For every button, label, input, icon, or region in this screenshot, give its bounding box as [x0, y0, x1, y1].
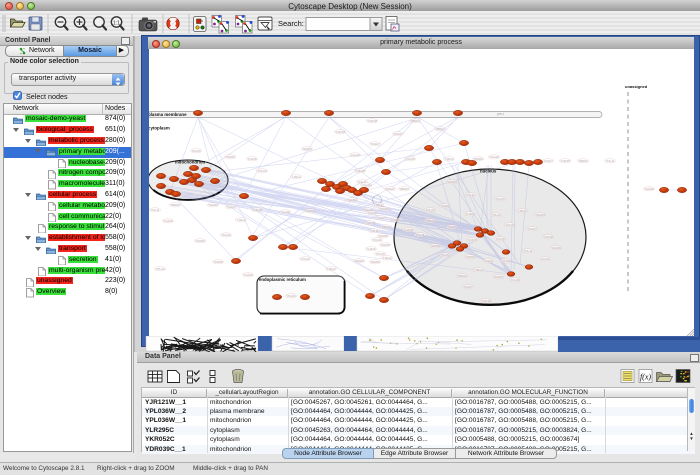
svg-text:f(x): f(x) — [640, 373, 651, 382]
svg-text:YPL03: YPL03 — [425, 208, 434, 212]
svg-text:YJR12: YJR12 — [236, 218, 245, 222]
svg-text:YDR03: YDR03 — [473, 157, 483, 161]
svg-text:YBR02: YBR02 — [578, 159, 588, 163]
svg-text:YBR02: YBR02 — [425, 219, 435, 223]
svg-text:YKR05: YKR05 — [225, 155, 235, 159]
svg-text:YHR00: YHR00 — [430, 244, 440, 248]
svg-text:YKR05: YKR05 — [213, 260, 223, 264]
svg-text:YPL03: YPL03 — [491, 213, 500, 217]
svg-text:YJR12: YJR12 — [291, 175, 300, 179]
svg-text:YNL11: YNL11 — [524, 249, 533, 253]
svg-text:YHR00: YHR00 — [447, 180, 457, 184]
svg-text:YJR12: YJR12 — [382, 256, 391, 260]
svg-text:YBR02: YBR02 — [457, 274, 467, 278]
svg-text:YOR18: YOR18 — [481, 299, 491, 303]
svg-text:YKR05: YKR05 — [195, 239, 205, 243]
svg-text:endoplasmic reticulum: endoplasmic reticulum — [259, 277, 306, 282]
svg-text:YHR00: YHR00 — [644, 187, 654, 191]
svg-text:YML07: YML07 — [527, 227, 537, 231]
svg-text:YLR29: YLR29 — [467, 238, 477, 242]
svg-text:YGL00: YGL00 — [510, 278, 520, 282]
svg-text:YML07: YML07 — [385, 187, 395, 191]
svg-text:YDR03: YDR03 — [354, 259, 364, 263]
svg-text:YDL04: YDL04 — [540, 257, 550, 261]
svg-text:YBR02: YBR02 — [399, 187, 409, 191]
svg-text:YPL03: YPL03 — [155, 267, 164, 271]
svg-text:YNL11: YNL11 — [606, 159, 615, 163]
svg-text:YJR12: YJR12 — [473, 268, 482, 272]
svg-text:YKR05: YKR05 — [390, 218, 400, 222]
svg-text:YOR18: YOR18 — [367, 119, 377, 123]
svg-text:YBR02: YBR02 — [381, 225, 391, 229]
svg-text:YJR12: YJR12 — [517, 209, 526, 213]
svg-text:YLR29: YLR29 — [366, 247, 376, 251]
svg-text:YGL00: YGL00 — [361, 183, 371, 187]
svg-text:YOR18: YOR18 — [252, 208, 262, 212]
svg-text:YOR18: YOR18 — [365, 221, 375, 225]
svg-text:YDL04: YDL04 — [372, 238, 382, 242]
svg-text:cytoplasm: cytoplasm — [149, 126, 170, 131]
svg-text:YGL00: YGL00 — [505, 223, 515, 227]
svg-text:YPL03: YPL03 — [300, 257, 309, 261]
svg-text:YLR29: YLR29 — [403, 228, 413, 232]
svg-text:nucleus: nucleus — [480, 169, 497, 174]
svg-text:YJR12: YJR12 — [326, 267, 335, 271]
svg-text:YOR18: YOR18 — [355, 169, 365, 173]
svg-text:YGL00: YGL00 — [367, 211, 377, 215]
svg-text:YBR02: YBR02 — [410, 119, 420, 123]
svg-text:YDL04: YDL04 — [495, 197, 505, 201]
svg-text:unassigned: unassigned — [625, 84, 648, 89]
svg-text:YBR02: YBR02 — [170, 203, 180, 207]
svg-text:YLR29: YLR29 — [163, 219, 173, 223]
svg-text:YDL04: YDL04 — [191, 149, 201, 153]
svg-text:YPL03: YPL03 — [257, 169, 266, 173]
svg-text:YHR00: YHR00 — [551, 246, 561, 250]
svg-text:YDL04: YDL04 — [286, 294, 296, 298]
svg-text:plasma membrane: plasma membrane — [149, 112, 187, 117]
svg-text:YLR29: YLR29 — [243, 273, 253, 277]
svg-text:YPL03: YPL03 — [495, 237, 504, 241]
svg-text:YBR02: YBR02 — [435, 127, 445, 131]
svg-text:YDR03: YDR03 — [493, 275, 503, 279]
svg-text:YDR03: YDR03 — [379, 207, 389, 211]
svg-text:YGL00: YGL00 — [489, 155, 499, 159]
svg-text:YGL00: YGL00 — [280, 210, 290, 214]
svg-text:YOR18: YOR18 — [560, 159, 570, 163]
svg-text:YDR03: YDR03 — [370, 260, 380, 264]
svg-text:YKR05: YKR05 — [465, 255, 475, 259]
svg-text:YKR05: YKR05 — [380, 243, 390, 247]
svg-text:Search:: Search: — [278, 19, 304, 28]
svg-text:pm-r: pm-r — [497, 112, 505, 116]
svg-text:YML07: YML07 — [226, 205, 236, 209]
svg-text:YNL11: YNL11 — [370, 229, 379, 233]
svg-text:YKR05: YKR05 — [440, 204, 450, 208]
svg-text:YDL04: YDL04 — [440, 253, 450, 257]
svg-text:mitochondrion: mitochondrion — [175, 160, 205, 165]
svg-text:YHR00: YHR00 — [347, 198, 357, 202]
svg-text:YOR18: YOR18 — [543, 235, 553, 239]
svg-text:YGL00: YGL00 — [350, 153, 360, 157]
svg-text:YDR03: YDR03 — [302, 147, 312, 151]
svg-text:YML07: YML07 — [376, 216, 386, 220]
svg-text:YML07: YML07 — [463, 285, 473, 289]
svg-text:YKR05: YKR05 — [447, 225, 457, 229]
svg-text:YLR29: YLR29 — [465, 212, 475, 216]
svg-text:YML07: YML07 — [370, 142, 380, 146]
svg-text:YPL03: YPL03 — [500, 259, 509, 263]
svg-text:1:1: 1:1 — [113, 21, 120, 27]
svg-text:YJR12: YJR12 — [444, 157, 453, 161]
svg-text:YNL11: YNL11 — [151, 208, 160, 212]
svg-text:YML07: YML07 — [393, 132, 403, 136]
svg-text:YDL04: YDL04 — [221, 233, 231, 237]
svg-text:YNL11: YNL11 — [416, 233, 425, 237]
svg-text:YOR18: YOR18 — [335, 130, 345, 134]
svg-text:YDR03: YDR03 — [305, 209, 315, 213]
svg-text:YDR03: YDR03 — [535, 213, 545, 217]
svg-text:YHR00: YHR00 — [208, 203, 218, 207]
svg-text:YLR29: YLR29 — [483, 259, 493, 263]
svg-text:YLR29: YLR29 — [247, 157, 257, 161]
svg-text:YGL00: YGL00 — [405, 157, 415, 161]
svg-text:YML07: YML07 — [543, 159, 553, 163]
svg-text:YNL11: YNL11 — [466, 193, 475, 197]
